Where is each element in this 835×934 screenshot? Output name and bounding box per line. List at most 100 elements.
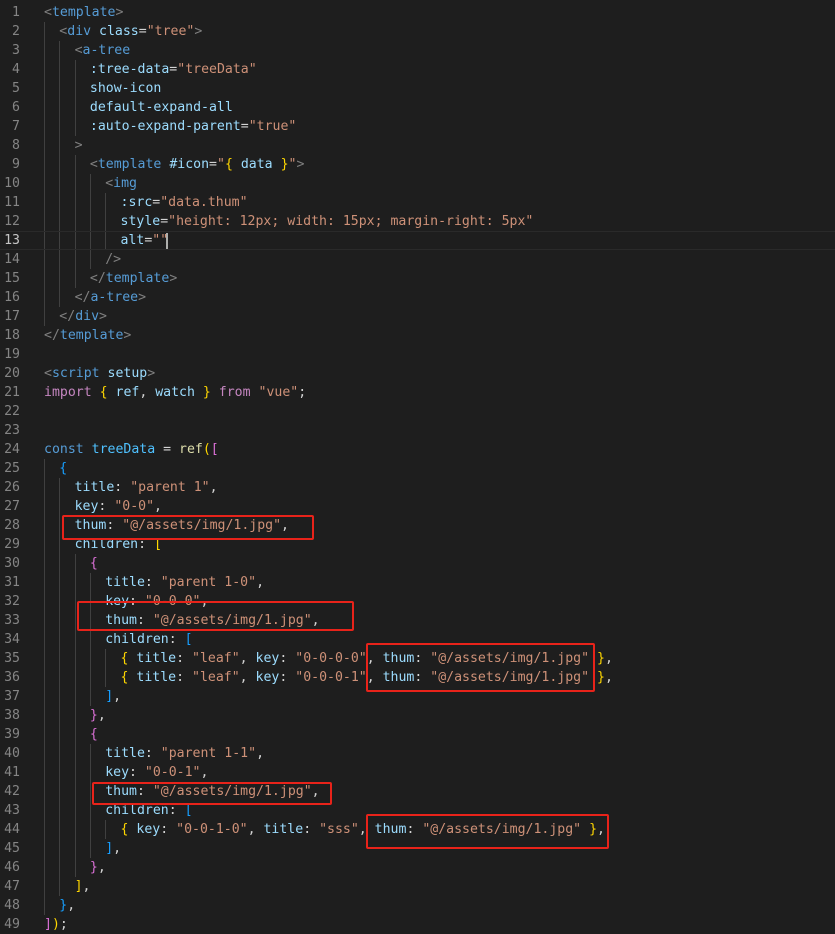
code-line[interactable]: 9 <template #icon="{ data }">	[0, 155, 835, 174]
code-line[interactable]: 11:src="data.thum"	[0, 193, 835, 212]
code-token: :	[129, 765, 145, 780]
code-token: show-icon	[89, 81, 162, 96]
line-number: 49	[4, 917, 20, 932]
code-text: <img	[105, 174, 137, 193]
code-token: title	[263, 822, 304, 837]
indent-guide	[105, 212, 107, 231]
code-line[interactable]: 22	[0, 402, 835, 421]
code-token: #icon	[169, 157, 210, 172]
code-line[interactable]: 15 </template>	[0, 269, 835, 288]
code-token: ,	[256, 746, 265, 761]
code-token: ,	[604, 651, 613, 666]
code-token: }	[89, 860, 98, 875]
code-line[interactable]: 25 {	[0, 459, 835, 478]
indent-guide	[59, 60, 61, 79]
code-token: ]	[105, 689, 114, 704]
code-line[interactable]: 19	[0, 345, 835, 364]
code-token: <	[44, 366, 52, 381]
code-line[interactable]: 4:tree-data="treeData"	[0, 60, 835, 79]
code-token: "parent 1-0"	[160, 575, 257, 590]
code-editor[interactable]: 1 <template> 2 <div class="tree"> 3 <a-tree 4:…	[0, 0, 835, 932]
indent-guide	[44, 155, 45, 174]
indent-guide	[74, 269, 76, 288]
code-token: key	[255, 670, 280, 685]
code-line[interactable]: 7:auto-expand-parent="true"	[0, 117, 835, 136]
code-line[interactable]: 40 title: "parent 1-1",	[0, 744, 835, 763]
code-token: >	[99, 309, 107, 324]
code-text: },	[90, 858, 106, 877]
code-line[interactable]: 49]);	[0, 915, 835, 934]
code-token: "0-0"	[114, 499, 155, 514]
code-line[interactable]: 2 <div class="tree">	[0, 22, 835, 41]
line-number: 27	[4, 499, 20, 514]
indent-guide	[74, 174, 76, 193]
code-text: alt=""	[121, 232, 169, 249]
code-line[interactable]: 30 {	[0, 554, 835, 573]
indent-guide	[44, 288, 45, 307]
code-line[interactable]: 46},	[0, 858, 835, 877]
indent-guide	[59, 232, 61, 249]
code-line[interactable]: 16 </a-tree>	[0, 288, 835, 307]
code-token: )	[51, 917, 60, 932]
code-token: "leaf"	[192, 651, 240, 666]
indent-guide	[44, 478, 45, 497]
code-text: {	[90, 554, 98, 573]
code-token: :	[176, 670, 192, 685]
code-token: title	[136, 651, 177, 666]
code-line[interactable]: 31 title: "parent 1-0",	[0, 573, 835, 592]
code-line[interactable]: 18 </template>	[0, 326, 835, 345]
code-line[interactable]: 48},	[0, 896, 835, 915]
code-line[interactable]: 21 import { ref, watch } from "vue";	[0, 383, 835, 402]
code-line[interactable]: 20 <script setup>	[0, 364, 835, 383]
code-line[interactable]: 26 title: "parent 1",	[0, 478, 835, 497]
code-token: treeData	[91, 442, 156, 457]
code-token: "tree"	[146, 24, 195, 39]
code-line[interactable]: 12 style="height: 12px; width: 15px; marg…	[0, 212, 835, 231]
code-line[interactable]: 24 const treeData = ref([	[0, 440, 835, 459]
code-line[interactable]: 14 />	[0, 250, 835, 269]
code-line[interactable]: 10 <img	[0, 174, 835, 193]
highlight-box	[366, 814, 609, 849]
code-line[interactable]: 1 <template>	[0, 3, 835, 22]
code-text: import { ref, watch } from "vue";	[44, 383, 306, 402]
indent-guide	[59, 174, 61, 193]
code-line[interactable]: 6 default-expand-all	[0, 98, 835, 117]
code-line[interactable]: 38},	[0, 706, 835, 725]
indent-guide	[74, 744, 76, 763]
code-line[interactable]: 13 alt=""	[0, 231, 835, 250]
highlight-box	[92, 782, 332, 805]
line-number: 32	[4, 594, 20, 609]
code-line[interactable]: 39 {	[0, 725, 835, 744]
code-token: {	[224, 157, 233, 172]
code-line[interactable]: 17 </div>	[0, 307, 835, 326]
indent-guide	[105, 193, 107, 212]
indent-guide	[59, 725, 61, 744]
line-number: 7	[12, 119, 20, 134]
code-token: />	[105, 252, 122, 267]
code-token: <	[74, 43, 83, 58]
indent-guide	[89, 763, 91, 782]
code-token: =	[138, 24, 147, 39]
code-token: data	[240, 157, 273, 172]
code-token: "	[216, 157, 225, 172]
code-line[interactable]: 47],	[0, 877, 835, 896]
line-number: 6	[12, 100, 20, 115]
code-token: >	[123, 328, 132, 343]
indent-guide	[105, 232, 107, 249]
code-token: ,	[154, 499, 162, 514]
code-token: template	[105, 271, 170, 286]
code-token: [	[210, 442, 219, 457]
code-line[interactable]: 27 key: "0-0",	[0, 497, 835, 516]
code-token: "parent 1-1"	[160, 746, 257, 761]
code-line[interactable]: 41 key: "0-0-1",	[0, 763, 835, 782]
code-token: <	[89, 157, 98, 172]
code-line[interactable]: 3 <a-tree	[0, 41, 835, 60]
code-line[interactable]: 8 >	[0, 136, 835, 155]
line-number: 33	[4, 613, 20, 628]
line-number: 43	[4, 803, 20, 818]
text-cursor	[166, 233, 168, 249]
code-line[interactable]: 23	[0, 421, 835, 440]
code-line[interactable]: 5 show-icon	[0, 79, 835, 98]
